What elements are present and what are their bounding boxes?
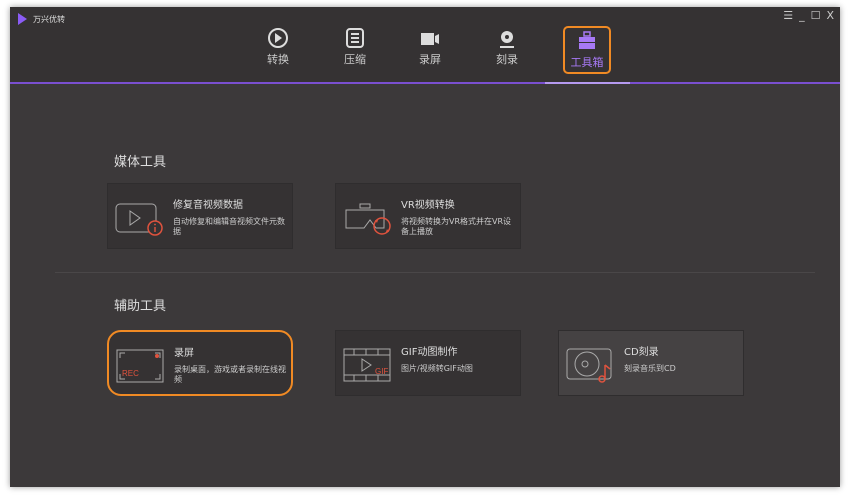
card-gif-maker[interactable]: GIF GIF动图制作 图片/视频转GIF动图 xyxy=(335,330,521,396)
svg-text:GIF: GIF xyxy=(375,367,388,376)
tab-label: 工具箱 xyxy=(570,56,604,69)
card-title: GIF动图制作 xyxy=(401,347,458,358)
tab-label: 刻录 xyxy=(496,53,518,66)
minimize-button[interactable]: _ xyxy=(799,9,805,22)
header: 万兴优转 ☰ _ ☐ X 转换 压缩 录屏 刻录 工具箱 xyxy=(10,7,840,84)
card-cd-burn[interactable]: CD刻录 刻录音乐到CD xyxy=(558,330,744,396)
convert-icon xyxy=(268,28,288,48)
card-title: 录屏 xyxy=(174,348,194,359)
tab-record[interactable]: 录屏 xyxy=(406,27,454,73)
menu-button[interactable]: ☰ xyxy=(783,9,793,22)
cd-burn-icon xyxy=(566,348,612,383)
card-title: CD刻录 xyxy=(624,347,659,358)
app-logo: 万兴优转 xyxy=(18,13,65,25)
tab-toolbox[interactable]: 工具箱 xyxy=(563,26,611,74)
disc-icon xyxy=(500,31,514,48)
tab-compress[interactable]: 压缩 xyxy=(331,27,379,73)
tab-burn[interactable]: 刻录 xyxy=(483,27,531,73)
card-desc: 自动修复和编辑音视频文件元数据 xyxy=(173,217,285,236)
toolbox-icon xyxy=(579,31,595,49)
section-divider xyxy=(55,272,815,273)
close-button[interactable]: X xyxy=(826,9,834,22)
app-window: 万兴优转 ☰ _ ☐ X 转换 压缩 录屏 刻录 工具箱 媒体工具 修复音视频数… xyxy=(10,7,840,487)
logo-icon xyxy=(18,13,27,25)
app-title: 万兴优转 xyxy=(33,14,65,24)
tab-label: 录屏 xyxy=(419,53,441,66)
card-desc: 图片/视频转GIF动图 xyxy=(401,364,473,373)
maximize-button[interactable]: ☐ xyxy=(811,9,821,22)
card-desc: 录制桌面，游戏或者录制在线视频 xyxy=(174,365,286,384)
card-title: 修复音视频数据 xyxy=(173,200,243,211)
video-repair-icon xyxy=(115,203,163,236)
tab-convert[interactable]: 转换 xyxy=(254,27,302,73)
vr-headset-icon xyxy=(345,203,391,235)
active-tab-indicator xyxy=(545,82,630,84)
section-title: 媒体工具 xyxy=(114,155,167,170)
card-vr-convert[interactable]: VR视频转换 将视频转换为VR格式并在VR设备上播放 xyxy=(335,183,521,249)
tab-label: 压缩 xyxy=(344,53,366,66)
card-desc: 将视频转换为VR格式并在VR设备上播放 xyxy=(401,217,512,236)
section-title: 辅助工具 xyxy=(114,299,167,314)
tab-label: 转换 xyxy=(267,53,289,66)
gif-maker-icon: GIF xyxy=(343,348,391,382)
card-repair-media[interactable]: 修复音视频数据 自动修复和编辑音视频文件元数据 xyxy=(107,183,293,249)
card-title: VR视频转换 xyxy=(401,200,455,211)
screen-record-icon: REC xyxy=(116,349,164,383)
compress-icon xyxy=(346,28,364,48)
camera-icon xyxy=(421,33,439,45)
card-screen-record[interactable]: REC 录屏 录制桌面，游戏或者录制在线视频 xyxy=(107,330,293,396)
card-desc: 刻录音乐到CD xyxy=(624,364,676,373)
svg-text:REC: REC xyxy=(122,369,139,378)
